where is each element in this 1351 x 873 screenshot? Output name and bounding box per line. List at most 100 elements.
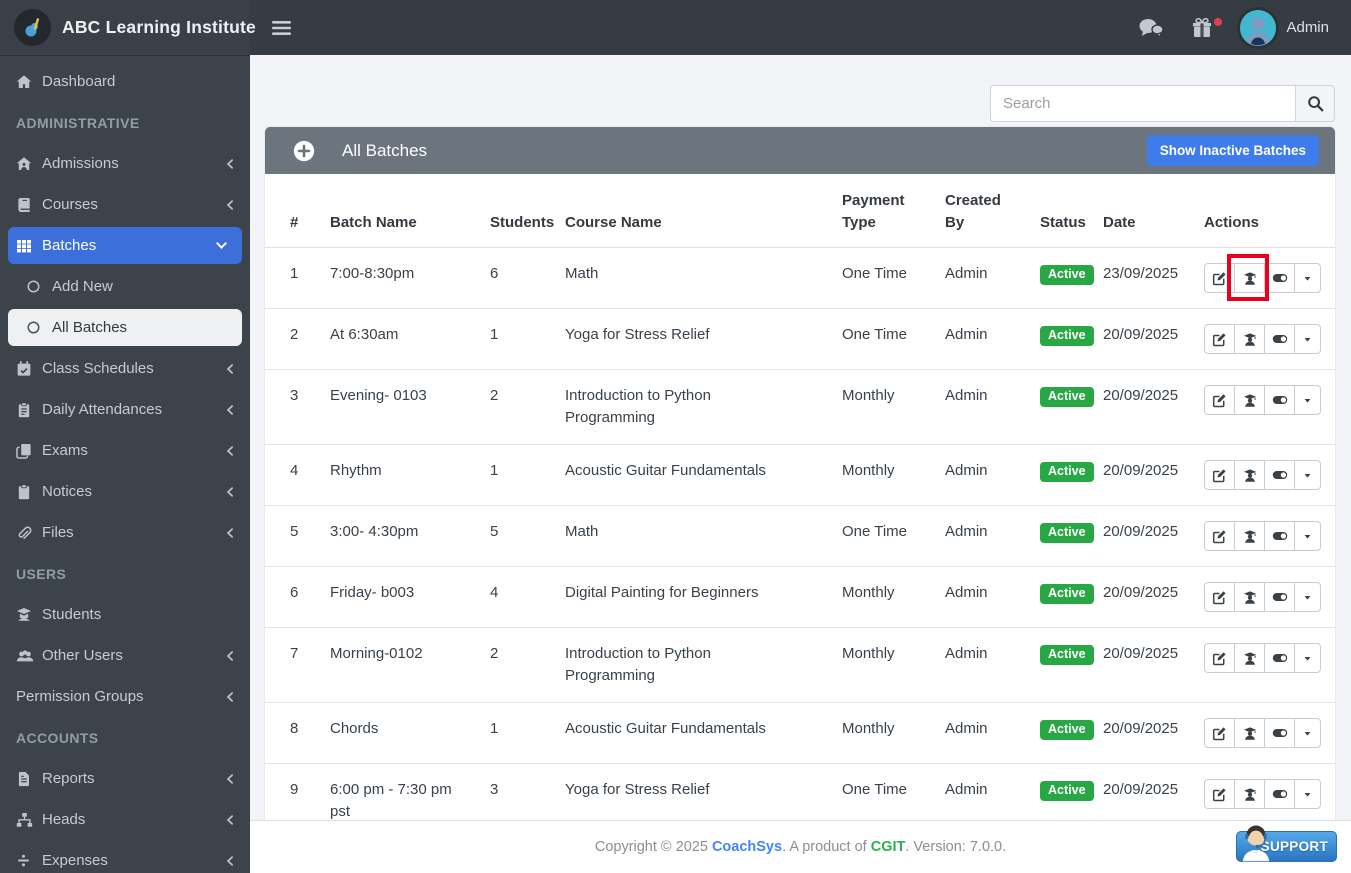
cgit-link[interactable]: CGIT bbox=[871, 839, 906, 855]
sidebar-item-add-new[interactable]: Add New bbox=[0, 266, 250, 307]
toggle-status-button[interactable] bbox=[1264, 582, 1295, 612]
sidebar-toggle-button[interactable] bbox=[272, 20, 291, 36]
sidebar-item-permission-groups[interactable]: Permission Groups bbox=[0, 676, 250, 717]
actions-button-group bbox=[1204, 779, 1321, 809]
support-button[interactable]: SUPPORT bbox=[1236, 825, 1337, 862]
batch-row: 8 Chords 1 Acoustic Guitar Fundamentals Mont… bbox=[265, 702, 1335, 764]
show-inactive-batches-button[interactable]: Show Inactive Batches bbox=[1146, 135, 1319, 166]
status-cell: Active bbox=[1030, 369, 1094, 445]
status-badge: Active bbox=[1040, 326, 1094, 346]
gift-icon[interactable] bbox=[1191, 17, 1223, 39]
class-schedules-icon bbox=[16, 360, 42, 377]
edit-batch-button[interactable] bbox=[1204, 324, 1235, 354]
edit-batch-button[interactable] bbox=[1204, 385, 1235, 415]
sidebar-item-batches[interactable]: Batches bbox=[8, 227, 242, 264]
batch-students-button[interactable] bbox=[1234, 460, 1265, 490]
batch-row: 4 Rhythm 1 Acoustic Guitar Fundamentals Mont… bbox=[265, 444, 1335, 506]
avatar-icon bbox=[1240, 9, 1277, 46]
sidebar: Dashboard ADMINISTRATIVE Admissions Courses… bbox=[0, 55, 250, 873]
brand[interactable]: ABC Learning Institute bbox=[0, 0, 256, 55]
caret-down-icon bbox=[1302, 592, 1313, 603]
sidebar-item-class-schedules[interactable]: Class Schedules bbox=[0, 348, 250, 389]
toggle-status-button[interactable] bbox=[1264, 521, 1295, 551]
sidebar-item-other-users[interactable]: Other Users bbox=[0, 635, 250, 676]
chevron-left-icon bbox=[224, 773, 236, 785]
batch-students-button[interactable] bbox=[1234, 582, 1265, 612]
toggle-status-button[interactable] bbox=[1264, 643, 1295, 673]
student-icon bbox=[1242, 332, 1258, 347]
batch-name-cell: Evening- 0103 bbox=[320, 369, 480, 445]
edit-batch-button[interactable] bbox=[1204, 643, 1235, 673]
sidebar-item-files[interactable]: Files bbox=[0, 512, 250, 553]
topbar-main: Admin bbox=[250, 0, 1351, 55]
more-actions-button[interactable] bbox=[1294, 521, 1321, 551]
toggle-status-button[interactable] bbox=[1264, 263, 1295, 293]
batch-students-button[interactable] bbox=[1234, 779, 1265, 809]
sidebar-item-daily-attendances[interactable]: Daily Attendances bbox=[0, 389, 250, 430]
toggle-status-button[interactable] bbox=[1264, 460, 1295, 490]
batch-students-button[interactable] bbox=[1234, 718, 1265, 748]
more-actions-button[interactable] bbox=[1294, 324, 1321, 354]
batch-students-button[interactable] bbox=[1234, 643, 1265, 673]
toggle-status-button[interactable] bbox=[1264, 718, 1295, 748]
more-actions-button[interactable] bbox=[1294, 460, 1321, 490]
sidebar-item-students[interactable]: Students bbox=[0, 594, 250, 635]
status-cell: Active bbox=[1030, 308, 1094, 370]
dashboard-icon bbox=[16, 74, 42, 90]
date-cell: 20/09/2025 bbox=[1093, 369, 1194, 445]
status-badge: Active bbox=[1040, 720, 1094, 740]
sidebar-item-courses[interactable]: Courses bbox=[0, 184, 250, 225]
edit-batch-button[interactable] bbox=[1204, 460, 1235, 490]
batch-students-button[interactable] bbox=[1234, 385, 1265, 415]
toggle-status-button[interactable] bbox=[1264, 324, 1295, 354]
sidebar-item-dashboard[interactable]: Dashboard bbox=[0, 61, 250, 102]
sidebar-item-all-batches[interactable]: All Batches bbox=[8, 309, 242, 346]
search-input[interactable] bbox=[990, 85, 1295, 122]
edit-batch-button[interactable] bbox=[1204, 779, 1235, 809]
payment-type-cell: Monthly bbox=[832, 444, 935, 506]
sidebar-item-heads[interactable]: Heads bbox=[0, 799, 250, 840]
topbar: ABC Learning Institute Admin bbox=[0, 0, 1351, 55]
sidebar-item-notices[interactable]: Notices bbox=[0, 471, 250, 512]
edit-batch-button[interactable] bbox=[1204, 263, 1235, 293]
more-actions-button[interactable] bbox=[1294, 582, 1321, 612]
user-menu[interactable]: Admin bbox=[1240, 9, 1329, 46]
column-header-date: Date bbox=[1093, 174, 1194, 248]
more-actions-button[interactable] bbox=[1294, 718, 1321, 748]
payment-type-cell: One Time bbox=[832, 308, 935, 370]
toggle-icon bbox=[1272, 725, 1288, 741]
sidebar-item-exams[interactable]: Exams bbox=[0, 430, 250, 471]
sidebar-item-label: Batches bbox=[42, 237, 97, 254]
chevron-left-icon bbox=[224, 527, 236, 539]
date-cell: 20/09/2025 bbox=[1093, 702, 1194, 764]
more-actions-button[interactable] bbox=[1294, 263, 1321, 293]
toggle-status-button[interactable] bbox=[1264, 779, 1295, 809]
batch-students-button[interactable] bbox=[1234, 521, 1265, 551]
heads-icon bbox=[16, 812, 42, 828]
payment-type-cell: Monthly bbox=[832, 702, 935, 764]
edit-batch-button[interactable] bbox=[1204, 718, 1235, 748]
batch-row: 2 At 6:30am 1 Yoga for Stress Relief One Tim… bbox=[265, 308, 1335, 370]
more-actions-button[interactable] bbox=[1294, 643, 1321, 673]
sidebar-item-admissions[interactable]: Admissions bbox=[0, 143, 250, 184]
sidebar-item-expenses[interactable]: Expenses bbox=[0, 840, 250, 873]
toggle-status-button[interactable] bbox=[1264, 385, 1295, 415]
edit-batch-button[interactable] bbox=[1204, 521, 1235, 551]
batch-students-button-highlighted[interactable] bbox=[1227, 254, 1269, 301]
edit-batch-button[interactable] bbox=[1204, 582, 1235, 612]
messages-icon[interactable] bbox=[1138, 17, 1165, 39]
student-icon bbox=[1242, 529, 1258, 544]
more-actions-button[interactable] bbox=[1294, 779, 1321, 809]
batch-students-button[interactable] bbox=[1234, 324, 1265, 354]
toggle-icon bbox=[1272, 331, 1288, 347]
created-by-cell: Admin bbox=[935, 702, 1030, 764]
batch-row: 3 Evening- 0103 2 Introduction to Python Pr… bbox=[265, 369, 1335, 445]
search-button[interactable] bbox=[1295, 85, 1335, 122]
status-badge: Active bbox=[1040, 645, 1094, 665]
status-badge: Active bbox=[1040, 462, 1094, 482]
more-actions-button[interactable] bbox=[1294, 385, 1321, 415]
created-by-cell: Admin bbox=[935, 505, 1030, 567]
sidebar-item-reports[interactable]: Reports bbox=[0, 758, 250, 799]
coachsys-link[interactable]: CoachSys bbox=[712, 839, 782, 855]
add-batch-icon[interactable] bbox=[293, 140, 315, 162]
